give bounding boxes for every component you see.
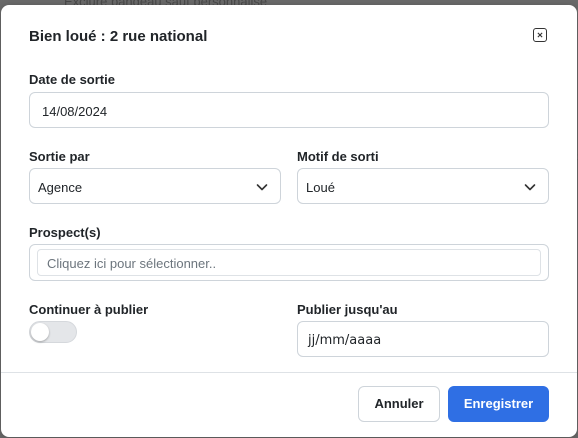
- modal-header: Bien loué : 2 rue national: [1, 5, 577, 65]
- save-button[interactable]: Enregistrer: [448, 386, 549, 422]
- close-icon[interactable]: [533, 28, 547, 42]
- modal-dialog: Bien loué : 2 rue national Date de sorti…: [1, 5, 577, 437]
- continuer-publier-label: Continuer à publier: [29, 302, 149, 317]
- modal-title: Bien loué : 2 rue national: [29, 28, 208, 45]
- date-sortie-input[interactable]: 14/08/2024: [29, 92, 549, 128]
- motif-select[interactable]: Loué: [297, 168, 549, 204]
- toggle-knob: [31, 323, 49, 341]
- cancel-button[interactable]: Annuler: [358, 386, 440, 422]
- prospects-select-container: Cliquez ici pour sélectionner..: [29, 244, 549, 281]
- prospects-search-input[interactable]: Cliquez ici pour sélectionner..: [37, 249, 541, 276]
- continuer-publier-toggle[interactable]: [29, 321, 77, 343]
- prospects-label: Prospect(s): [29, 225, 101, 240]
- motif-label: Motif de sorti: [297, 149, 379, 164]
- publier-jusqua-date-input[interactable]: jj/mm/aaaa: [297, 321, 549, 357]
- date-sortie-label: Date de sortie: [29, 72, 115, 87]
- sortie-par-value: Agence: [38, 180, 83, 195]
- date-sortie-value: 14/08/2024: [42, 104, 108, 119]
- publier-jusqua-label: Publier jusqu'au: [297, 302, 398, 317]
- chevron-down-icon: [524, 184, 536, 191]
- publier-jusqua-placeholder: jj/mm/aaaa: [308, 333, 382, 348]
- sortie-par-label: Sortie par: [29, 149, 90, 164]
- prospects-placeholder: Cliquez ici pour sélectionner..: [47, 256, 217, 271]
- sortie-par-select[interactable]: Agence: [29, 168, 281, 204]
- chevron-down-icon: [256, 184, 268, 191]
- motif-value: Loué: [306, 180, 335, 195]
- modal-footer: Annuler Enregistrer: [1, 372, 577, 437]
